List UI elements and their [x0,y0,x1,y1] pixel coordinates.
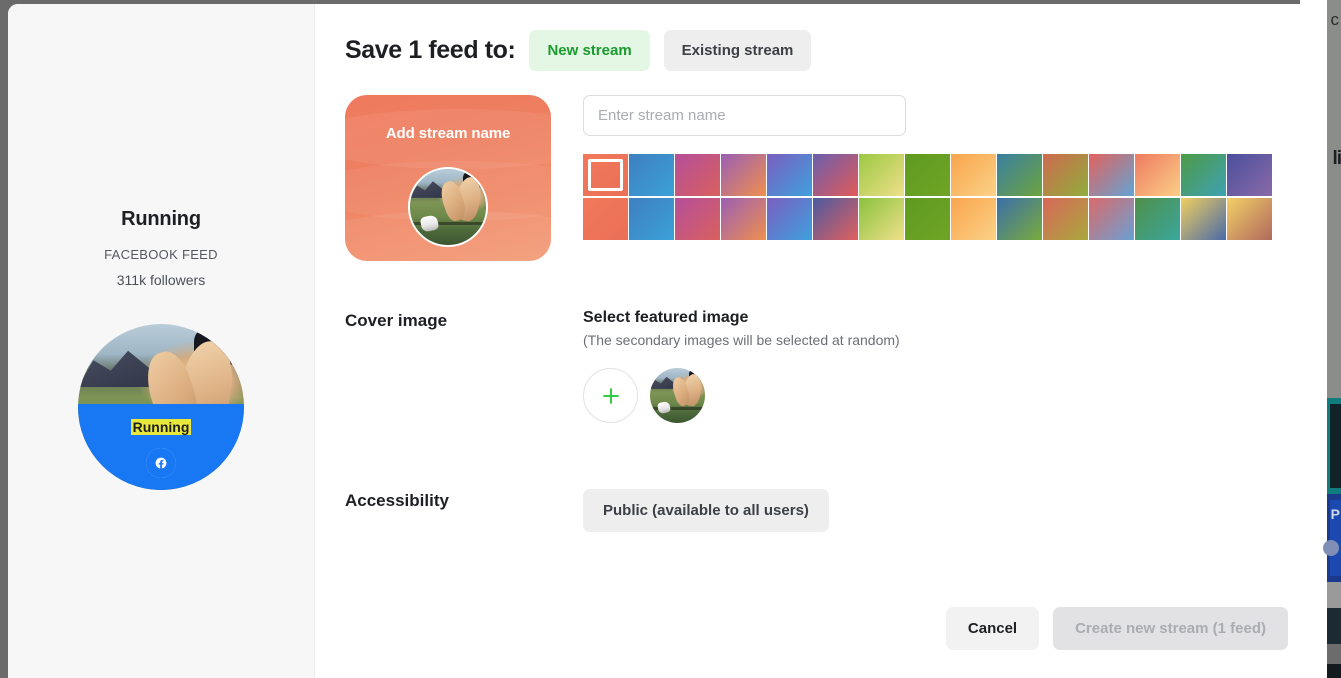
cover-image-label: Cover image [345,311,448,330]
feed-preview-sidebar: Running FACEBOOK FEED 311k followers Run… [8,4,315,678]
stream-name-and-colors [583,95,1318,261]
facebook-icon [146,448,176,478]
color-swatch-r2-1[interactable] [583,198,628,240]
color-swatch-r1-8[interactable] [905,154,950,196]
color-swatch-r2-7[interactable] [859,198,904,240]
background-gray-band-3 [1327,644,1341,664]
background-gray-band [1327,0,1341,400]
cover-image-body: Select featured image (The secondary ima… [583,309,1318,423]
color-swatch-r1-7[interactable] [859,154,904,196]
color-swatch-r2-3[interactable] [675,198,720,240]
background-avatar-circle [1323,540,1339,556]
tab-new-stream[interactable]: New stream [529,30,650,71]
select-featured-image-title: Select featured image [583,309,749,326]
color-swatch-r2-14[interactable] [1181,198,1226,240]
modal-header: Save 1 feed to: New stream Existing stre… [345,30,1318,71]
preview-card-avatar [408,167,488,247]
color-swatch-r1-4[interactable] [721,154,766,196]
featured-image-note: (The secondary images will be selected a… [583,332,900,348]
background-gray-band-2 [1327,582,1341,608]
featured-image-thumb[interactable] [650,368,705,423]
color-swatch-r2-13[interactable] [1135,198,1180,240]
color-swatch-r2-8[interactable] [905,198,950,240]
color-swatch-r1-13[interactable] [1135,154,1180,196]
color-swatch-r1-14[interactable] [1181,154,1226,196]
color-swatch-r1-11[interactable] [1043,154,1088,196]
color-swatch-r2-11[interactable] [1043,198,1088,240]
avatar-name-highlight: Running [130,418,192,435]
color-swatch-r2-2[interactable] [629,198,674,240]
create-new-stream-button: Create new stream (1 feed) [1053,607,1288,650]
background-letter-c: c [1330,10,1340,29]
accessibility-select[interactable]: Public (available to all users) [583,489,829,532]
accessibility-body: Public (available to all users) [583,489,1318,532]
color-swatch-r2-9[interactable] [951,198,996,240]
color-swatch-r2-12[interactable] [1089,198,1134,240]
feed-title: Running [121,208,201,230]
color-swatch-r1-12[interactable] [1089,154,1134,196]
modal-footer: Cancel Create new stream (1 feed) [945,607,1288,650]
feed-followers-count: 311k followers [116,272,206,288]
color-swatch-r2-5[interactable] [767,198,812,240]
page-title: Save 1 feed to: [345,36,516,64]
color-swatch-r2-6[interactable] [813,198,858,240]
color-swatch-r1-9[interactable] [951,154,996,196]
feed-avatar: Running [78,324,244,490]
background-letter-p: P [1330,506,1340,522]
featured-image-thumbnails [583,368,1318,423]
stream-preview-card[interactable]: Add stream name [345,95,551,261]
background-dark-band-2 [1327,608,1341,644]
stream-setup-row: Add stream name [345,95,1318,261]
accessibility-section: Accessibility Public (available to all u… [345,489,1318,532]
add-image-button[interactable] [583,368,638,423]
feed-source-label: FACEBOOK FEED [104,247,218,262]
cover-image-section: Cover image Select featured image (The s… [345,309,1318,423]
screen: c li P Running FACEBOOK FEED 311k follow… [0,0,1341,678]
accessibility-label: Accessibility [345,491,449,510]
color-swatch-r1-3[interactable] [675,154,720,196]
modal-content: Save 1 feed to: New stream Existing stre… [315,4,1318,678]
color-swatch-r2-15[interactable] [1227,198,1272,240]
color-swatch-r1-5[interactable] [767,154,812,196]
color-swatch-r1-1[interactable] [583,154,628,196]
save-feed-modal: Running FACEBOOK FEED 311k followers Run… [8,4,1318,678]
preview-card-label: Add stream name [385,125,511,142]
background-dark-band-4 [1327,664,1341,678]
color-swatch-r2-4[interactable] [721,198,766,240]
color-swatch-grid [583,154,1318,240]
tab-existing-stream[interactable]: Existing stream [663,30,812,71]
plus-icon [602,387,619,404]
background-dark-band [1330,404,1341,488]
color-swatch-r1-10[interactable] [997,154,1042,196]
cancel-button[interactable]: Cancel [945,607,1040,650]
stream-name-input[interactable] [583,95,906,136]
color-swatch-r1-2[interactable] [629,154,674,196]
color-swatch-r1-15[interactable] [1227,154,1272,196]
color-swatch-r2-10[interactable] [997,198,1042,240]
background-letter-li: li [1332,148,1341,169]
color-swatch-r1-6[interactable] [813,154,858,196]
